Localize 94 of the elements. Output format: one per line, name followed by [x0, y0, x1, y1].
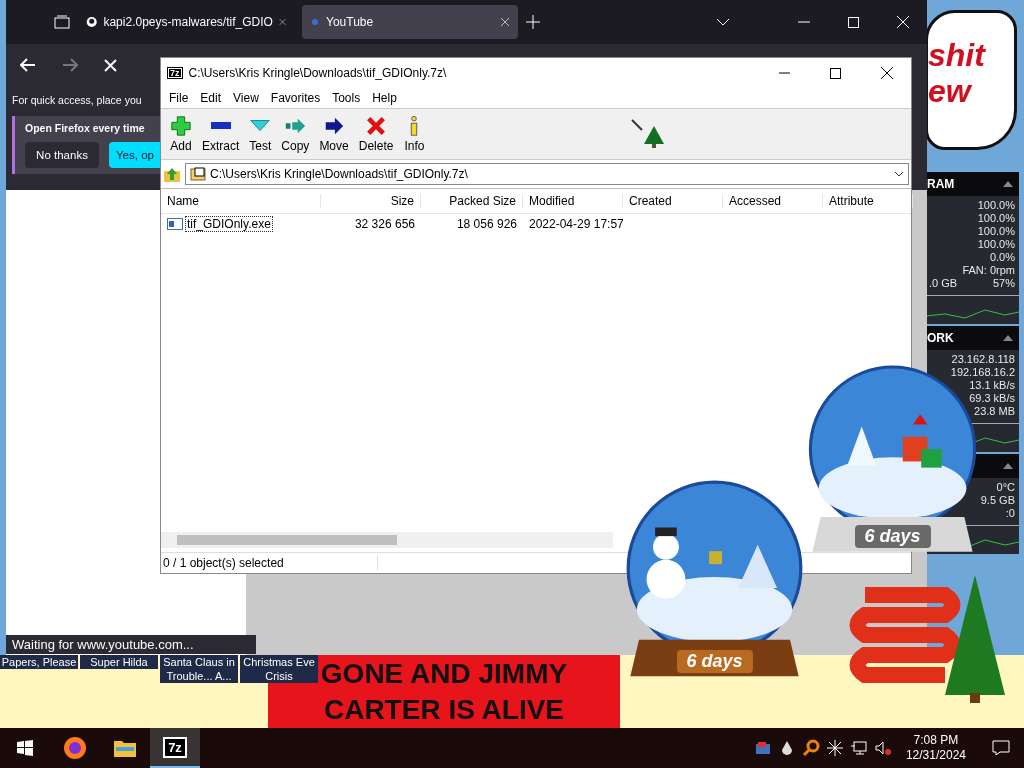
loading-status: Waiting for www.youtube.com...	[6, 635, 256, 654]
gadget-reading: 23.162.8.118	[951, 353, 1015, 366]
column-header[interactable]: Name	[161, 194, 321, 208]
speaker-muted-icon[interactable]	[873, 739, 892, 757]
table-cell-text: 18 056 926	[455, 217, 518, 231]
gadget-reading: 13.1 kB/s	[969, 379, 1015, 392]
window-title: C:\Users\Kris Kringle\Downloads\tif_GDIOnly.7z\	[188, 66, 447, 80]
gadget-reading: .0 GB	[929, 277, 958, 290]
toolbar-button[interactable]: Test	[244, 115, 277, 153]
menu-item[interactable]: Edit	[194, 91, 228, 105]
prompt-button[interactable]: No thanks	[25, 142, 99, 168]
gadget-reading: 69.3 kB/s	[969, 392, 1015, 405]
notification-icon[interactable]	[992, 739, 1010, 757]
column-header[interactable]: Modified	[523, 194, 623, 208]
gadget-reading: 100.0%	[977, 212, 1015, 225]
bubble-text: shit	[928, 37, 987, 73]
gadget-reading: :0	[1005, 507, 1015, 520]
menu-item[interactable]: Help	[366, 91, 403, 105]
column-header[interactable]: Packed Size	[421, 194, 523, 208]
maximize-icon[interactable]	[830, 67, 841, 79]
new-tab-icon[interactable]	[526, 15, 540, 29]
toolbar-button[interactable]: Copy	[276, 115, 315, 153]
scroll-thumb[interactable]	[177, 535, 397, 545]
horizontal-scrollbar[interactable]	[161, 532, 613, 548]
menu-item[interactable]: File	[163, 91, 195, 105]
collapse-icon[interactable]	[1003, 335, 1013, 341]
menu-item[interactable]: View	[227, 91, 265, 105]
close-icon[interactable]	[881, 67, 893, 79]
cross-icon	[365, 115, 388, 137]
gadget-reading: 0.0%	[989, 251, 1015, 264]
minus-icon	[210, 122, 231, 129]
toolbar-button[interactable]: Add	[165, 115, 197, 153]
app-logo: 7z	[167, 67, 183, 79]
prompt-button[interactable]: Yes, op	[109, 142, 160, 168]
back-icon[interactable]	[20, 58, 36, 72]
sparkle-icon[interactable]	[825, 739, 844, 757]
gadget-reading: 100.0%	[977, 225, 1015, 238]
table-cell-text: 2022-04-29 17:57	[528, 217, 623, 231]
gadget-reading: 192.168.16.2	[950, 366, 1015, 379]
browser-tab[interactable]: kapi2.0peys-malwares/tif_GDIO	[78, 5, 294, 39]
tray-app-icon[interactable]	[753, 739, 772, 757]
browser-tab[interactable]: YouTube	[302, 5, 518, 39]
tab-list-icon[interactable]	[54, 15, 70, 29]
gadget-reading: 57%	[992, 277, 1015, 290]
banner-text: CARTER IS ALIVE	[323, 692, 565, 727]
taskbar-app[interactable]: 7z	[150, 728, 200, 768]
start-icon[interactable]	[17, 740, 33, 756]
desktop-icon-label[interactable]: Santa Claus in Trouble... A...	[160, 655, 238, 683]
bubble-text: ew	[928, 73, 973, 109]
clock[interactable]: 7:08 PM 12/31/2024	[897, 733, 974, 763]
stop-icon[interactable]	[104, 58, 117, 72]
plus-icon	[170, 115, 192, 137]
toolbar-button[interactable]: Delete	[353, 115, 399, 153]
banner-text: GONE AND JIMMY	[320, 656, 568, 691]
gadget-title: ORK	[927, 331, 954, 345]
globe-label: 6 days	[676, 650, 753, 673]
toolbar-button[interactable]: Move	[314, 115, 354, 153]
column-header[interactable]: Size	[321, 194, 421, 208]
desktop-icon-label[interactable]: Super Hilda	[80, 655, 158, 669]
firefox-icon	[63, 736, 87, 760]
magnifier-icon[interactable]	[801, 739, 820, 757]
toolbar-button[interactable]: Info	[398, 115, 431, 153]
desktop-icon-label[interactable]: Christmas Eve Crisis	[240, 655, 318, 683]
gadget-title: RAM	[927, 177, 955, 191]
arrow-icon	[323, 115, 346, 137]
column-header[interactable]: Created	[623, 194, 723, 208]
gadget-reading: 100.0%	[977, 199, 1015, 212]
menu-item[interactable]: Favorites	[264, 91, 327, 105]
collapse-icon[interactable]	[1003, 181, 1013, 187]
gadget-reading: FAN: 0rpm	[962, 264, 1015, 277]
gadget-reading: 23.8 MB	[974, 405, 1015, 418]
menu-item[interactable]: Tools	[326, 91, 367, 105]
collapse-icon[interactable]	[1003, 463, 1013, 469]
archive-app-logo: 7z	[163, 736, 187, 758]
gadget-reading: 9.5 GB	[980, 494, 1015, 507]
tree-icon	[630, 118, 667, 150]
bookmarks-hint: For quick access, place you	[12, 94, 142, 106]
gadget-reading: 0°C	[996, 481, 1015, 494]
desktop-icon-label[interactable]: Papers, Please	[0, 655, 78, 669]
exe-file-icon	[167, 218, 183, 230]
column-header[interactable]: Attribute	[823, 194, 913, 208]
file-name[interactable]: tif_GDIOnly.exe	[185, 216, 273, 232]
globe-label: 6 days	[854, 525, 931, 548]
network-icon[interactable]	[849, 739, 868, 757]
prompt-title: Open Firefox every time	[25, 122, 146, 134]
table-cell-text: 32 326 656	[353, 217, 416, 231]
chevron-down-icon[interactable]	[894, 171, 904, 177]
column-header[interactable]: Accessed	[723, 194, 823, 208]
status-text: 0 / 1 object(s) selected	[163, 556, 378, 570]
archive-icon	[190, 167, 206, 181]
forward-icon[interactable]	[62, 58, 78, 72]
gadget-reading: 100.0%	[977, 238, 1015, 251]
toolbar-button[interactable]: Extract	[197, 115, 245, 153]
address-field[interactable]: C:\Users\Kris Kringle\Downloads\tif_GDIOnly.7z\	[185, 163, 909, 185]
